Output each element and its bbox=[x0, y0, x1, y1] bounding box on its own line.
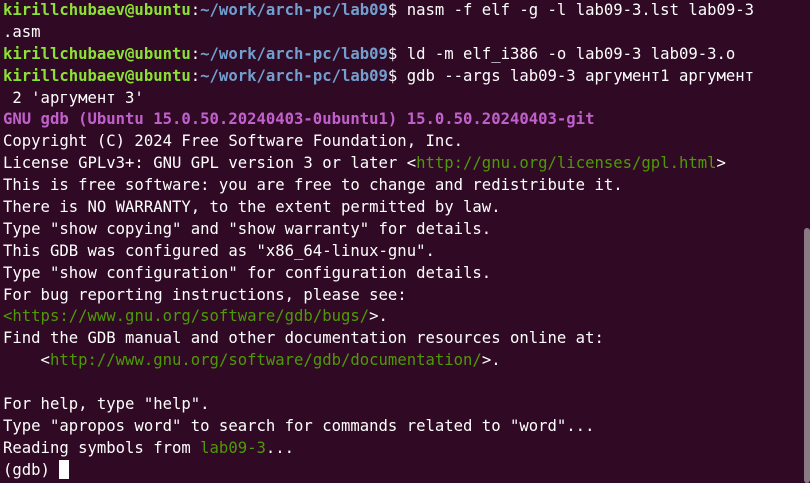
prompt-user-host: kirillchubaev@ubuntu bbox=[3, 1, 191, 19]
gdb-help: For help, type "help". bbox=[3, 395, 210, 414]
gdb-license: License GPLv3+: GNU GPL version 3 or lat… bbox=[3, 153, 810, 175]
prompt-user-host: kirillchubaev@ubuntu bbox=[3, 44, 191, 63]
command-text: gdb --args lab09-3 аргумент1 аргумент bbox=[397, 66, 755, 85]
bugs-link[interactable]: https://www.gnu.org/software/gdb/bugs/ bbox=[12, 307, 369, 325]
gdb-prompt-line[interactable]: (gdb) bbox=[3, 459, 810, 482]
command-text: ld -m elf_i386 -o lab09-3 lab09-3.o bbox=[397, 44, 736, 63]
gdb-configured: This GDB was configured as "x86_64-linux… bbox=[3, 241, 435, 260]
reading-suffix: ... bbox=[265, 438, 295, 457]
license-prefix: License GPLv3+: GNU GPL version 3 or lat… bbox=[3, 154, 417, 173]
gdb-manual: Find the GDB manual and other documentat… bbox=[3, 329, 604, 348]
command-continuation: .asm bbox=[3, 22, 41, 41]
gdb-free-software: This is free software: you are free to c… bbox=[3, 176, 623, 195]
doc-prefix: < bbox=[3, 351, 50, 370]
prompt-colon: : bbox=[190, 44, 201, 63]
text-cursor bbox=[59, 459, 70, 479]
prompt-colon: : bbox=[190, 1, 201, 19]
prompt-path: ~/work/arch-pc/lab09 bbox=[200, 44, 388, 63]
license-suffix: > bbox=[716, 154, 726, 173]
gdb-reading-symbols: Reading symbols from lab09-3... bbox=[3, 438, 810, 460]
gdb-show-config: Type "show configuration" for configurat… bbox=[3, 263, 492, 282]
command-text: nasm -f elf -g -l lab09-3.lst lab09-3 bbox=[397, 1, 755, 19]
terminal-window[interactable]: kirillchubaev@ubuntu:~/work/arch-pc/lab0… bbox=[0, 0, 810, 483]
gdb-banner: GNU gdb (Ubuntu 15.0.50.20240403-0ubuntu… bbox=[3, 110, 595, 129]
gdb-apropos: Type "apropos word" to search for comman… bbox=[3, 416, 595, 435]
gdb-show-copying: Type "show copying" and "show warranty" … bbox=[3, 219, 492, 238]
gdb-copyright: Copyright (C) 2024 Free Software Foundat… bbox=[3, 132, 464, 151]
reading-prefix: Reading symbols from bbox=[3, 438, 201, 457]
bugs-suffix: >. bbox=[369, 307, 388, 326]
command-line: kirillchubaev@ubuntu:~/work/arch-pc/lab0… bbox=[3, 66, 810, 88]
command-continuation: 2 'аргумент 3' bbox=[3, 88, 144, 107]
prompt-colon: : bbox=[190, 66, 201, 85]
prompt-user-host: kirillchubaev@ubuntu bbox=[3, 66, 191, 85]
gdb-prompt: (gdb) bbox=[3, 460, 60, 479]
prompt-path: ~/work/arch-pc/lab09 bbox=[200, 1, 388, 19]
gdb-bugs-url-line: <https://www.gnu.org/software/gdb/bugs/>… bbox=[3, 306, 810, 328]
doc-link[interactable]: http://www.gnu.org/software/gdb/document… bbox=[50, 351, 482, 369]
gdb-bug-reporting: For bug reporting instructions, please s… bbox=[3, 285, 407, 304]
gdb-doc-url-line: <http://www.gnu.org/software/gdb/documen… bbox=[3, 350, 810, 372]
prompt-path: ~/work/arch-pc/lab09 bbox=[200, 66, 388, 85]
bugs-prefix: < bbox=[3, 307, 13, 326]
prompt-symbol: $ bbox=[387, 1, 398, 19]
command-line: kirillchubaev@ubuntu:~/work/arch-pc/lab0… bbox=[3, 44, 810, 66]
license-link[interactable]: http://gnu.org/licenses/gpl.html bbox=[416, 154, 716, 172]
command-line: kirillchubaev@ubuntu:~/work/arch-pc/lab0… bbox=[3, 0, 810, 22]
prompt-symbol: $ bbox=[387, 66, 398, 85]
doc-suffix: >. bbox=[481, 351, 501, 370]
reading-file: lab09-3 bbox=[200, 438, 266, 457]
scrollbar[interactable] bbox=[804, 228, 810, 483]
prompt-symbol: $ bbox=[387, 44, 398, 63]
gdb-warranty: There is NO WARRANTY, to the extent perm… bbox=[3, 198, 501, 217]
